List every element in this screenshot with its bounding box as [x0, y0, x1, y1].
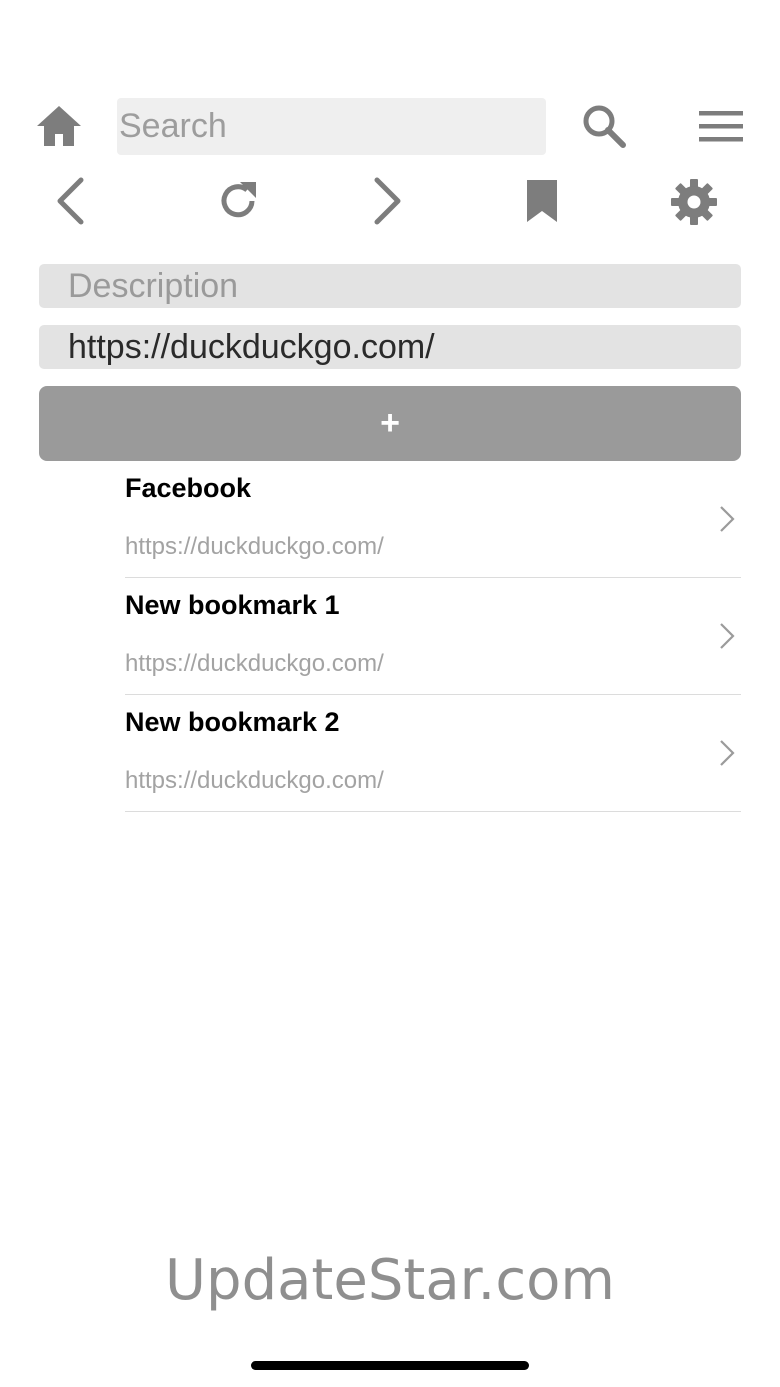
url-field[interactable] [39, 325, 741, 369]
bookmark-title: Facebook [125, 473, 252, 503]
list-item[interactable]: Facebook https://duckduckgo.com/ [125, 461, 741, 578]
bookmarks-button[interactable] [520, 176, 564, 226]
url-input[interactable] [39, 325, 741, 369]
chevron-right-icon [720, 623, 735, 649]
bookmark-icon [527, 180, 557, 222]
list-item[interactable]: New bookmark 1 https://duckduckgo.com/ [125, 578, 741, 695]
chevron-right-icon [720, 740, 735, 766]
chevron-left-icon [57, 177, 84, 225]
bookmark-url: https://duckduckgo.com/ [125, 650, 384, 677]
bookmark-title: New bookmark 2 [125, 707, 340, 737]
chevron-right-icon [374, 177, 401, 225]
bookmark-url: https://duckduckgo.com/ [125, 767, 384, 794]
menu-button[interactable] [697, 106, 745, 146]
chevron-right-icon [720, 506, 735, 532]
bookmark-url: https://duckduckgo.com/ [125, 533, 384, 560]
reload-button[interactable] [214, 176, 262, 226]
search-button[interactable] [580, 102, 628, 150]
search-icon [583, 105, 626, 148]
home-indicator [251, 1361, 529, 1370]
search-input[interactable] [117, 98, 546, 155]
gear-icon [671, 179, 717, 225]
forward-button[interactable] [366, 174, 410, 228]
home-button[interactable] [34, 102, 84, 150]
back-button[interactable] [48, 174, 92, 228]
add-bookmark-button[interactable]: + [39, 386, 741, 461]
bookmark-title: New bookmark 1 [125, 590, 340, 620]
description-field[interactable] [39, 264, 741, 308]
settings-button[interactable] [668, 176, 720, 228]
reload-icon [221, 182, 256, 218]
bookmark-list: Facebook https://duckduckgo.com/ New boo… [125, 461, 741, 812]
hamburger-menu-icon [699, 111, 743, 142]
list-item[interactable]: New bookmark 2 https://duckduckgo.com/ [125, 695, 741, 812]
home-icon [37, 106, 81, 146]
description-input[interactable] [39, 264, 741, 308]
search-field[interactable] [117, 98, 546, 155]
watermark: UpdateStar.com [165, 1248, 615, 1313]
